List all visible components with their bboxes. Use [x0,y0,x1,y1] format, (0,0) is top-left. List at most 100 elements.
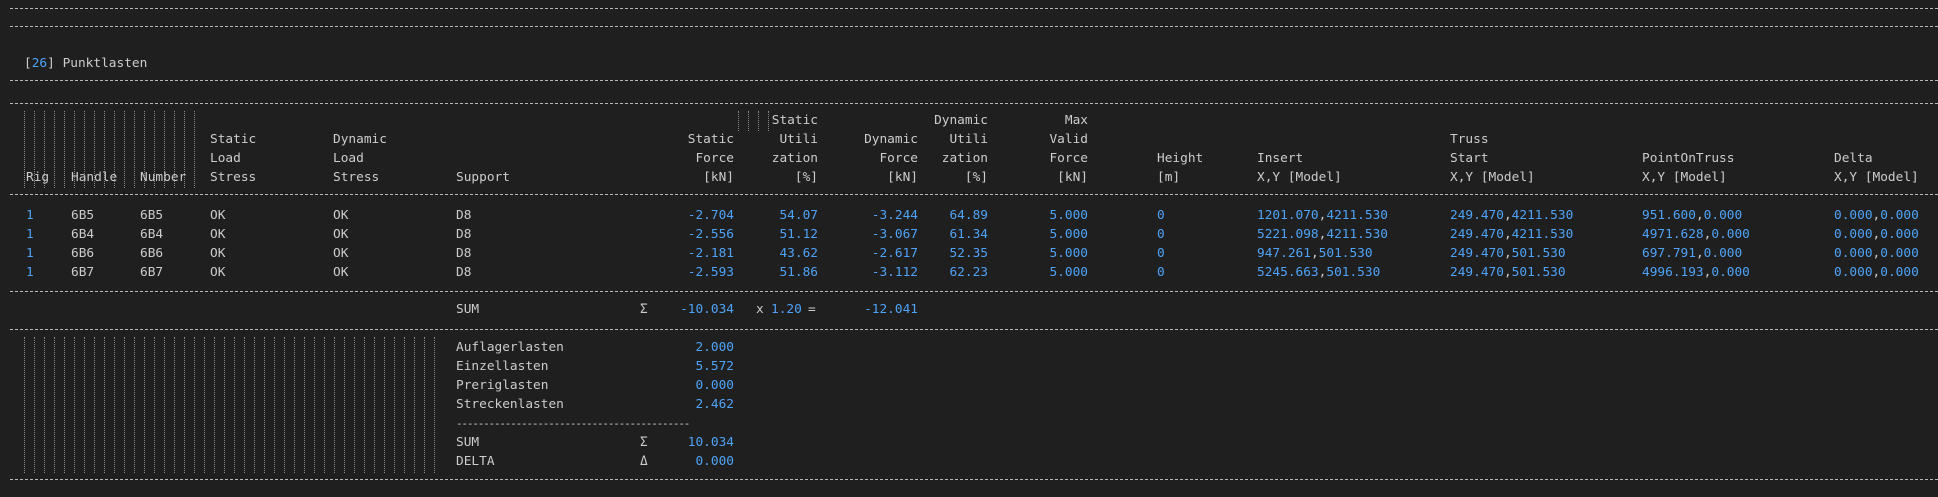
header-point-on-truss-2: X,Y [Model] [1642,170,1727,185]
breakdown-value-streckenlasten: 2.462 [695,397,734,412]
divider-bottom [10,479,1938,480]
cell-static-load-stress: OK [210,265,226,280]
cell-dynamic-util: 61.34 [949,227,988,242]
divider-section [10,80,1938,81]
sum-equals: = [808,302,816,317]
cell-dynamic-util: 52.35 [949,246,988,261]
header-dynamic-load-stress-3: Stress [333,170,380,185]
breakdown-label-auflagerlasten: Auflagerlasten [456,340,564,355]
breakdown-label-preriglasten: Preriglasten [456,378,549,393]
header-static-util-4: [%] [794,170,818,185]
cell-truss-start: 249.470,501.530 [1450,265,1566,280]
cell-static-load-stress: OK [210,208,226,223]
section-name: Punktlasten [62,56,148,71]
breakdown-sum-label: SUM [456,435,480,450]
cell-static-util: 51.86 [779,265,818,280]
header-insert-1: Insert [1257,151,1304,166]
header-dynamic-load-stress-1: Dynamic [333,132,387,147]
sum-label: SUM [456,302,480,317]
cell-height: 0 [1157,265,1165,280]
cell-support: D8 [456,227,472,242]
header-support: Support [456,170,510,185]
cell-dynamic-load-stress: OK [333,246,349,261]
cell-point-on-truss: 4996.193,0.000 [1642,265,1750,280]
header-truss-start-2: Start [1450,151,1489,166]
header-max-valid-force-4: [kN] [1057,170,1088,185]
cell-max-valid-force: 5.000 [1049,265,1088,280]
header-static-load-stress-1: Static [210,132,257,147]
cell-static-force: -2.593 [687,265,734,280]
cell-max-valid-force: 5.000 [1049,246,1088,261]
section-title: [26] Punktlasten [24,56,148,71]
header-rig: Rig [26,170,50,185]
header-static-force-2: Force [695,151,734,166]
header-max-valid-force-1: Max [1064,113,1088,128]
breakdown-label-einzellasten: Einzellasten [456,359,549,374]
header-point-on-truss-1: PointOnTruss [1642,151,1735,166]
cell-static-util: 51.12 [779,227,818,242]
header-static-load-stress-3: Stress [210,170,257,185]
header-height-1: Height [1157,151,1204,166]
divider-top [10,8,1938,9]
cell-support: D8 [456,265,472,280]
cell-dynamic-force: -3.067 [871,227,918,242]
header-dynamic-force-2: Force [879,151,918,166]
cell-dynamic-util: 62.23 [949,265,988,280]
sum-multiplier-prefix: x [756,302,764,317]
header-static-util-2: Utili [779,132,818,147]
header-static-util-3: zation [771,151,818,166]
header-max-valid-force-3: Force [1049,151,1088,166]
cell-dynamic-load-stress: OK [333,227,349,242]
header-delta-2: X,Y [Model] [1834,170,1919,185]
header-static-load-stress-2: Load [210,151,241,166]
cell-max-valid-force: 5.000 [1049,208,1088,223]
breakdown-sum-value: 10.034 [687,435,734,450]
header-dynamic-force-3: [kN] [887,170,918,185]
cell-insert: 5245.663,501.530 [1257,265,1381,280]
divider-header-top [10,103,1938,104]
breakdown-value-preriglasten: 0.000 [695,378,734,393]
header-dynamic-load-stress-2: Load [333,151,364,166]
cell-height: 0 [1157,227,1165,242]
breakdown-delta-label: DELTA [456,454,495,469]
cell-support: D8 [456,246,472,261]
cell-handle: 6B4 [71,227,95,242]
cell-height: 0 [1157,208,1165,223]
cell-dynamic-load-stress: OK [333,265,349,280]
cell-number: 6B7 [140,265,164,280]
cell-dynamic-force: -2.617 [871,246,918,261]
header-truss-start-1: Truss [1450,132,1489,147]
cell-static-util: 54.07 [779,208,818,223]
header-delta-1: Delta [1834,151,1873,166]
cell-static-force: -2.556 [687,227,734,242]
cell-handle: 6B7 [71,265,95,280]
cell-insert: 947.261,501.530 [1257,246,1373,261]
cell-number: 6B5 [140,208,164,223]
cell-dynamic-force: -3.244 [871,208,918,223]
sum-result: -12.041 [864,302,918,317]
breakdown-value-auflagerlasten: 2.000 [695,340,734,355]
cell-rig: 1 [26,246,34,261]
cell-support: D8 [456,208,472,223]
header-handle: Handle [71,170,118,185]
header-number: Number [140,170,187,185]
cell-dynamic-force: -3.112 [871,265,918,280]
breakdown-label-streckenlasten: Streckenlasten [456,397,564,412]
divider-rows-bottom [10,291,1938,292]
breakdown-value-einzellasten: 5.572 [695,359,734,374]
cell-point-on-truss: 951.600,0.000 [1642,208,1743,223]
header-static-force-1: Static [687,132,734,147]
cell-delta: 0.000,0.000 [1834,246,1919,261]
cell-number: 6B4 [140,227,164,242]
divider-sum-bottom [10,329,1938,330]
divider-header-bottom [10,194,1938,195]
sum-factor: 1.20 [771,302,802,317]
cell-handle: 6B6 [71,246,95,261]
breakdown-separator: ----------------------------------------… [456,417,690,430]
header-dynamic-force-1: Dynamic [864,132,918,147]
cell-truss-start: 249.470,501.530 [1450,246,1566,261]
cell-rig: 1 [26,208,34,223]
cell-point-on-truss: 4971.628,0.000 [1642,227,1750,242]
header-max-valid-force-2: Valid [1049,132,1088,147]
header-static-util-1: Static [771,113,818,128]
